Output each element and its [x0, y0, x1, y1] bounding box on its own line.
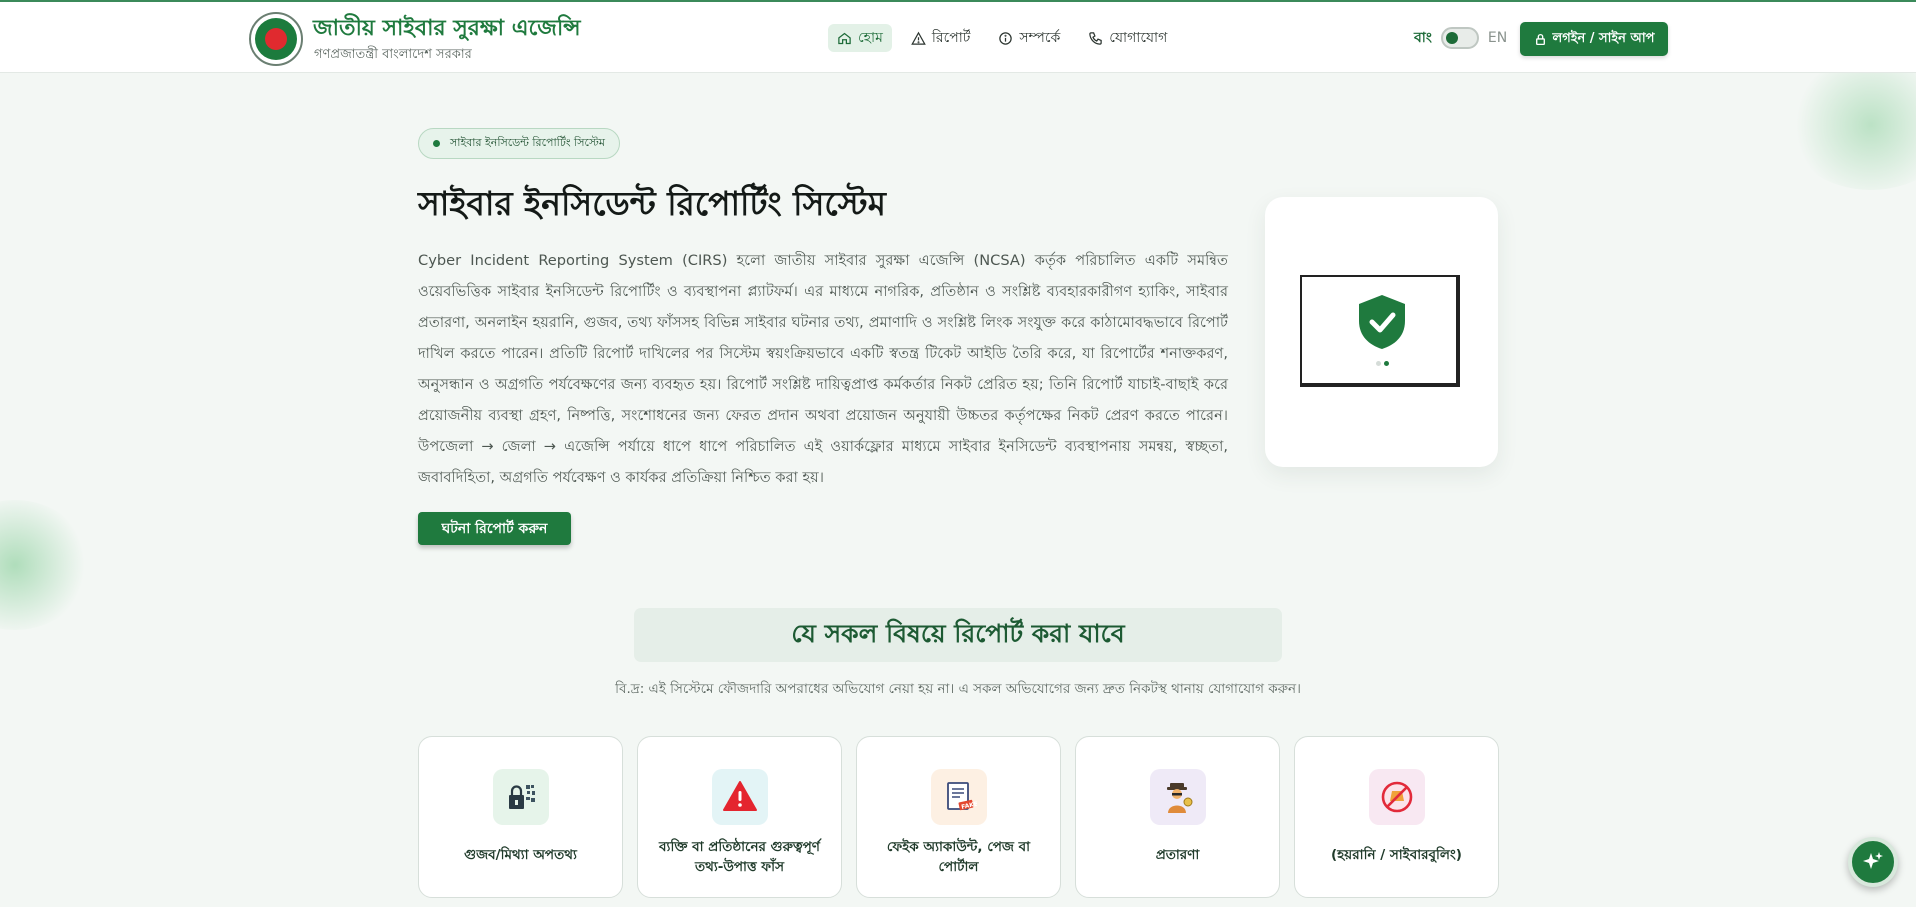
category-icon-box	[712, 769, 768, 825]
language-toggle[interactable]	[1440, 27, 1479, 49]
hero-title: সাইবার ইনসিডেন্ট রিপোর্টিং সিস্টেম	[418, 184, 886, 223]
site-header: জাতীয় সাইবার সুরক্ষা এজেন্সি গণপ্রজাতন্…	[0, 0, 1916, 73]
main-nav: হোম রিপোর্ট সম্পর্কে যোগাযোগ	[828, 24, 1176, 52]
scammer-icon	[1167, 783, 1193, 813]
government-logo[interactable]	[249, 12, 303, 66]
category-label-rumor: গুজব/মিথ্যা অপতথ্য	[464, 847, 577, 863]
badge-dot-icon	[433, 140, 440, 147]
nav-report-label: রিপোর্ট	[931, 30, 971, 46]
warning-icon	[911, 31, 926, 45]
category-label-fraud: প্রতারণা	[1155, 847, 1200, 863]
home-icon	[838, 32, 851, 44]
language-switcher: বাং EN	[1414, 26, 1507, 50]
site-subtitle: গণপ্রজাতন্ত্রী বাংলাদেশ সরকার	[314, 47, 472, 62]
nav-home[interactable]: হোম	[828, 24, 892, 52]
info-icon	[999, 31, 1013, 45]
category-label-data-leak: ব্যক্তি বা প্রতিষ্ঠানের গুরুত্বপূর্ণ তথ্…	[659, 839, 820, 875]
category-card-harassment[interactable]: (হয়রানি / সাইবারবুলিং)	[1294, 736, 1499, 898]
category-card-rumor[interactable]: গুজব/মিথ্যা অপতথ্য	[418, 736, 623, 898]
loading-dots	[1376, 361, 1389, 366]
login-signup-button[interactable]: লগইন / সাইন আপ	[1520, 22, 1668, 56]
assistant-fab-button[interactable]	[1848, 837, 1898, 887]
nav-contact[interactable]: যোগাযোগ	[1079, 24, 1176, 52]
categories-title: যে সকল বিষয়ে রিপোর্ট করা যাবে	[791, 618, 1125, 648]
nav-about-label: সম্পর্কে	[1019, 30, 1061, 46]
report-incident-button[interactable]: ঘটনা রিপোর্ট করুন	[418, 512, 571, 545]
shield-check-icon	[1359, 295, 1405, 349]
nav-report[interactable]: রিপোর্ট	[902, 24, 980, 52]
category-icon-box	[493, 769, 549, 825]
site-title[interactable]: জাতীয় সাইবার সুরক্ষা এজেন্সি	[313, 11, 581, 48]
laptop-illustration	[1300, 275, 1460, 387]
category-cards: গুজব/মিথ্যা অপতথ্য ব্যক্তি বা প্রতিষ্ঠান…	[418, 736, 1499, 898]
categories-heading-box: যে সকল বিষয়ে রিপোর্ট করা যাবে	[634, 608, 1282, 662]
category-label-fake-account: ফেইক অ্যাকাউন্ট, পেজ বা পোর্টাল	[886, 839, 1031, 875]
hero-description: Cyber Incident Reporting System (CIRS) হ…	[418, 252, 1228, 486]
decorative-glow-right	[1786, 60, 1916, 190]
sparkle-icon	[1863, 852, 1883, 869]
category-label-harassment: (হয়রানি / সাইবারবুলিং)	[1331, 847, 1462, 863]
lock-qr-icon	[509, 785, 535, 809]
category-icon-box	[1150, 769, 1206, 825]
lock-icon	[1535, 33, 1545, 45]
login-signup-label: লগইন / সাইন আপ	[1552, 30, 1655, 46]
phone-icon	[1089, 31, 1103, 45]
hero-badge-label: সাইবার ইনসিডেন্ট রিপোর্টিং সিস্টেম	[450, 136, 605, 149]
nav-contact-label: যোগাযোগ	[1109, 30, 1168, 46]
decorative-glow-left	[0, 500, 90, 630]
hero-badge: সাইবার ইনসিডেন্ট রিপোর্টিং সিস্টেম	[418, 128, 620, 159]
category-icon-box	[1369, 769, 1425, 825]
nav-about[interactable]: সম্পর্কে	[989, 24, 1069, 52]
alert-triangle-icon	[723, 781, 757, 811]
category-icon-box: FAKE	[931, 769, 987, 825]
hero-illustration-card	[1265, 197, 1498, 467]
no-bullying-icon	[1381, 781, 1413, 813]
lang-en-label[interactable]: EN	[1488, 30, 1507, 46]
category-card-data-leak[interactable]: ব্যক্তি বা প্রতিষ্ঠানের গুরুত্বপূর্ণ তথ্…	[637, 736, 842, 898]
category-card-fake-account[interactable]: FAKE ফেইক অ্যাকাউন্ট, পেজ বা পোর্টাল	[856, 736, 1061, 898]
fake-document-icon: FAKE	[947, 782, 977, 811]
nav-home-label: হোম	[858, 30, 883, 46]
lang-bn-label[interactable]: বাং	[1414, 26, 1432, 50]
category-card-fraud[interactable]: প্রতারণা	[1075, 736, 1280, 898]
categories-note: বি.দ্র: এই সিস্টেমে ফৌজদারি অপরাধের অভিয…	[615, 681, 1301, 697]
